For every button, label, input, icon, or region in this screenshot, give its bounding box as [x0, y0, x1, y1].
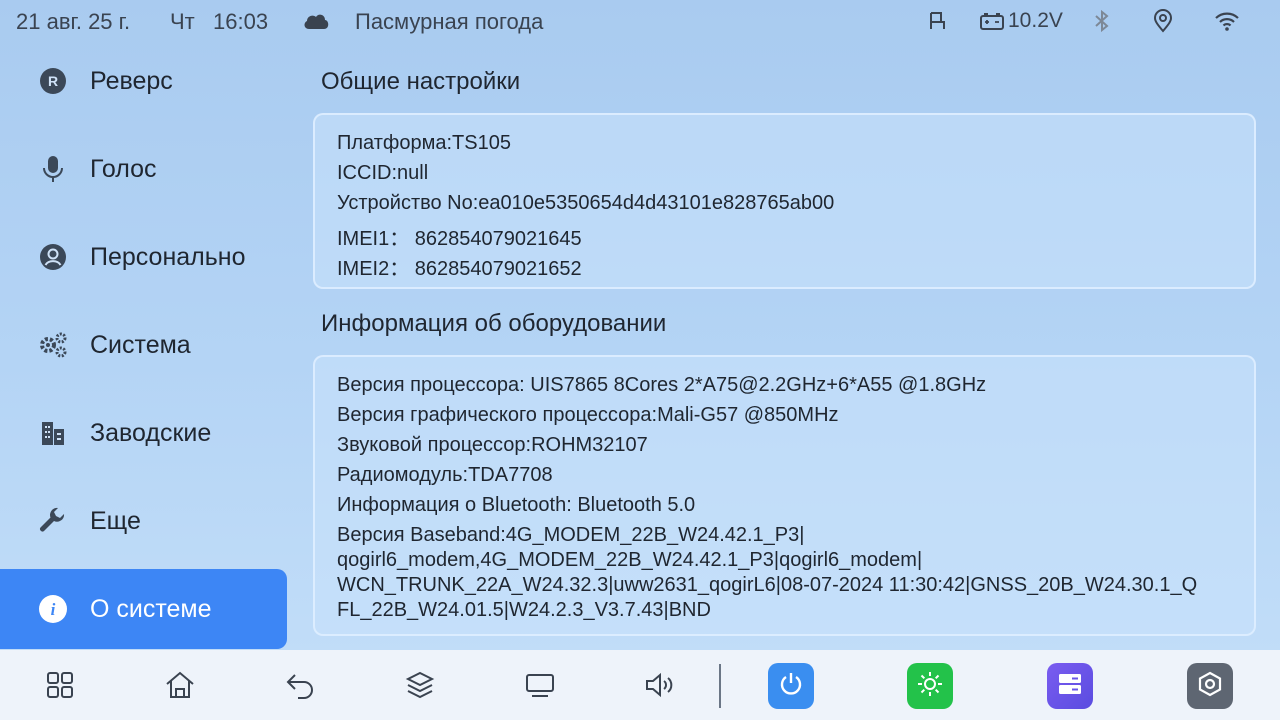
device-number-line: Устройство No:ea010e5350654d4d43101e8287…	[337, 192, 835, 214]
microphone-icon	[38, 154, 68, 184]
info-icon: i	[38, 594, 68, 624]
wifi-icon	[1214, 8, 1240, 34]
location-icon	[1152, 8, 1174, 34]
person-icon	[38, 242, 68, 272]
wrench-icon	[38, 506, 68, 536]
radio-module-line: Радиомодуль:TDA7708	[337, 464, 553, 486]
sidebar-item-factory[interactable]: Заводские	[0, 394, 287, 472]
baseband-line: WCN_TRUNK_22A_W24.32.3|uww2631_qogirL6|0…	[337, 574, 1198, 596]
gpu-version-line: Версия графического процессора:Mali-G57 …	[337, 404, 839, 426]
home-icon[interactable]	[162, 667, 198, 703]
layers-icon[interactable]	[402, 667, 438, 703]
general-settings-title: Общие настройки	[321, 68, 521, 95]
sidebar-item-label: Еще	[90, 506, 141, 535]
sun-icon	[915, 669, 945, 704]
sidebar-item-label: Система	[90, 330, 191, 359]
voltage-readout: 10.2V	[1008, 9, 1063, 32]
weather-status: Пасмурная погода	[355, 9, 544, 34]
sidebar-item-label: Персонально	[90, 242, 246, 271]
volume-icon[interactable]	[642, 667, 678, 703]
sidebar-item-reverse[interactable]: R Реверс	[0, 42, 287, 120]
settings-hex-icon	[1196, 670, 1224, 703]
bottom-navigation-bar	[0, 650, 1280, 720]
platform-line: Платформа:TS105	[337, 132, 511, 154]
power-icon	[777, 670, 805, 703]
cloud-icon	[302, 10, 330, 32]
cpu-version-line: Версия процессора: UIS7865 8Cores 2*A75@…	[337, 374, 987, 396]
iccid-line: ICCID:null	[337, 162, 429, 184]
sidebar-item-more[interactable]: Еще	[0, 482, 287, 560]
power-app-button[interactable]	[768, 663, 814, 709]
baseband-line: qogirl6_modem,4G_MODEM_22B_W24.42.1_P3|q…	[337, 549, 923, 571]
imei2-line: IMEI2： 862854079021652	[337, 258, 582, 280]
svg-text:i: i	[51, 600, 56, 619]
bluetooth-info-line: Информация о Bluetooth: Bluetooth 5.0	[337, 494, 696, 516]
sidebar-item-personal[interactable]: Персонально	[0, 218, 287, 296]
car-seat-icon	[926, 8, 948, 34]
hardware-info-card: Версия процессора: UIS7865 8Cores 2*A75@…	[313, 355, 1256, 636]
sidebar-item-about[interactable]: i О системе	[0, 569, 287, 649]
apps-grid-icon[interactable]	[42, 667, 78, 703]
sidebar-item-label: О системе	[90, 594, 212, 623]
svg-text:R: R	[48, 73, 58, 89]
storage-icon	[1056, 671, 1084, 702]
imei1-line: IMEI1： 862854079021645	[337, 228, 582, 250]
settings-app-button[interactable]	[1187, 663, 1233, 709]
reverse-r-icon: R	[38, 66, 68, 96]
battery-icon	[979, 8, 1005, 34]
status-date: 21 авг. 25 г.	[16, 9, 131, 34]
bluetooth-icon	[1092, 8, 1112, 34]
sidebar-item-label: Реверс	[90, 66, 173, 95]
back-icon[interactable]	[282, 667, 318, 703]
factory-icon	[38, 418, 68, 448]
status-weekday: Чт	[170, 9, 195, 34]
bottom-bar-divider	[719, 664, 721, 708]
sidebar-item-label: Заводские	[90, 418, 212, 447]
baseband-line: Версия Baseband:4G_MODEM_22B_W24.42.1_P3…	[337, 524, 805, 546]
sidebar-item-system[interactable]: Система	[0, 306, 287, 384]
storage-app-button[interactable]	[1047, 663, 1093, 709]
general-settings-card: Платформа:TS105 ICCID:null Устройство No…	[313, 113, 1256, 289]
gears-icon	[38, 330, 68, 360]
screen-icon[interactable]	[522, 667, 558, 703]
status-time: 16:03	[213, 9, 269, 34]
status-bar: 21 авг. 25 г. Чт 16:03 Пасмурная погода …	[0, 0, 1280, 44]
brightness-app-button[interactable]	[907, 663, 953, 709]
hardware-info-title: Информация об оборудовании	[321, 310, 667, 337]
sidebar-item-label: Голос	[90, 154, 157, 183]
baseband-line: FL_22B_W24.01.5|W24.2.3_V3.7.43|BND	[337, 599, 711, 621]
sidebar-item-voice[interactable]: Голос	[0, 130, 287, 208]
settings-sidebar: R Реверс Голос Персонально Система Завод…	[0, 44, 287, 650]
audio-processor-line: Звуковой процессор:ROHM32107	[337, 434, 648, 456]
